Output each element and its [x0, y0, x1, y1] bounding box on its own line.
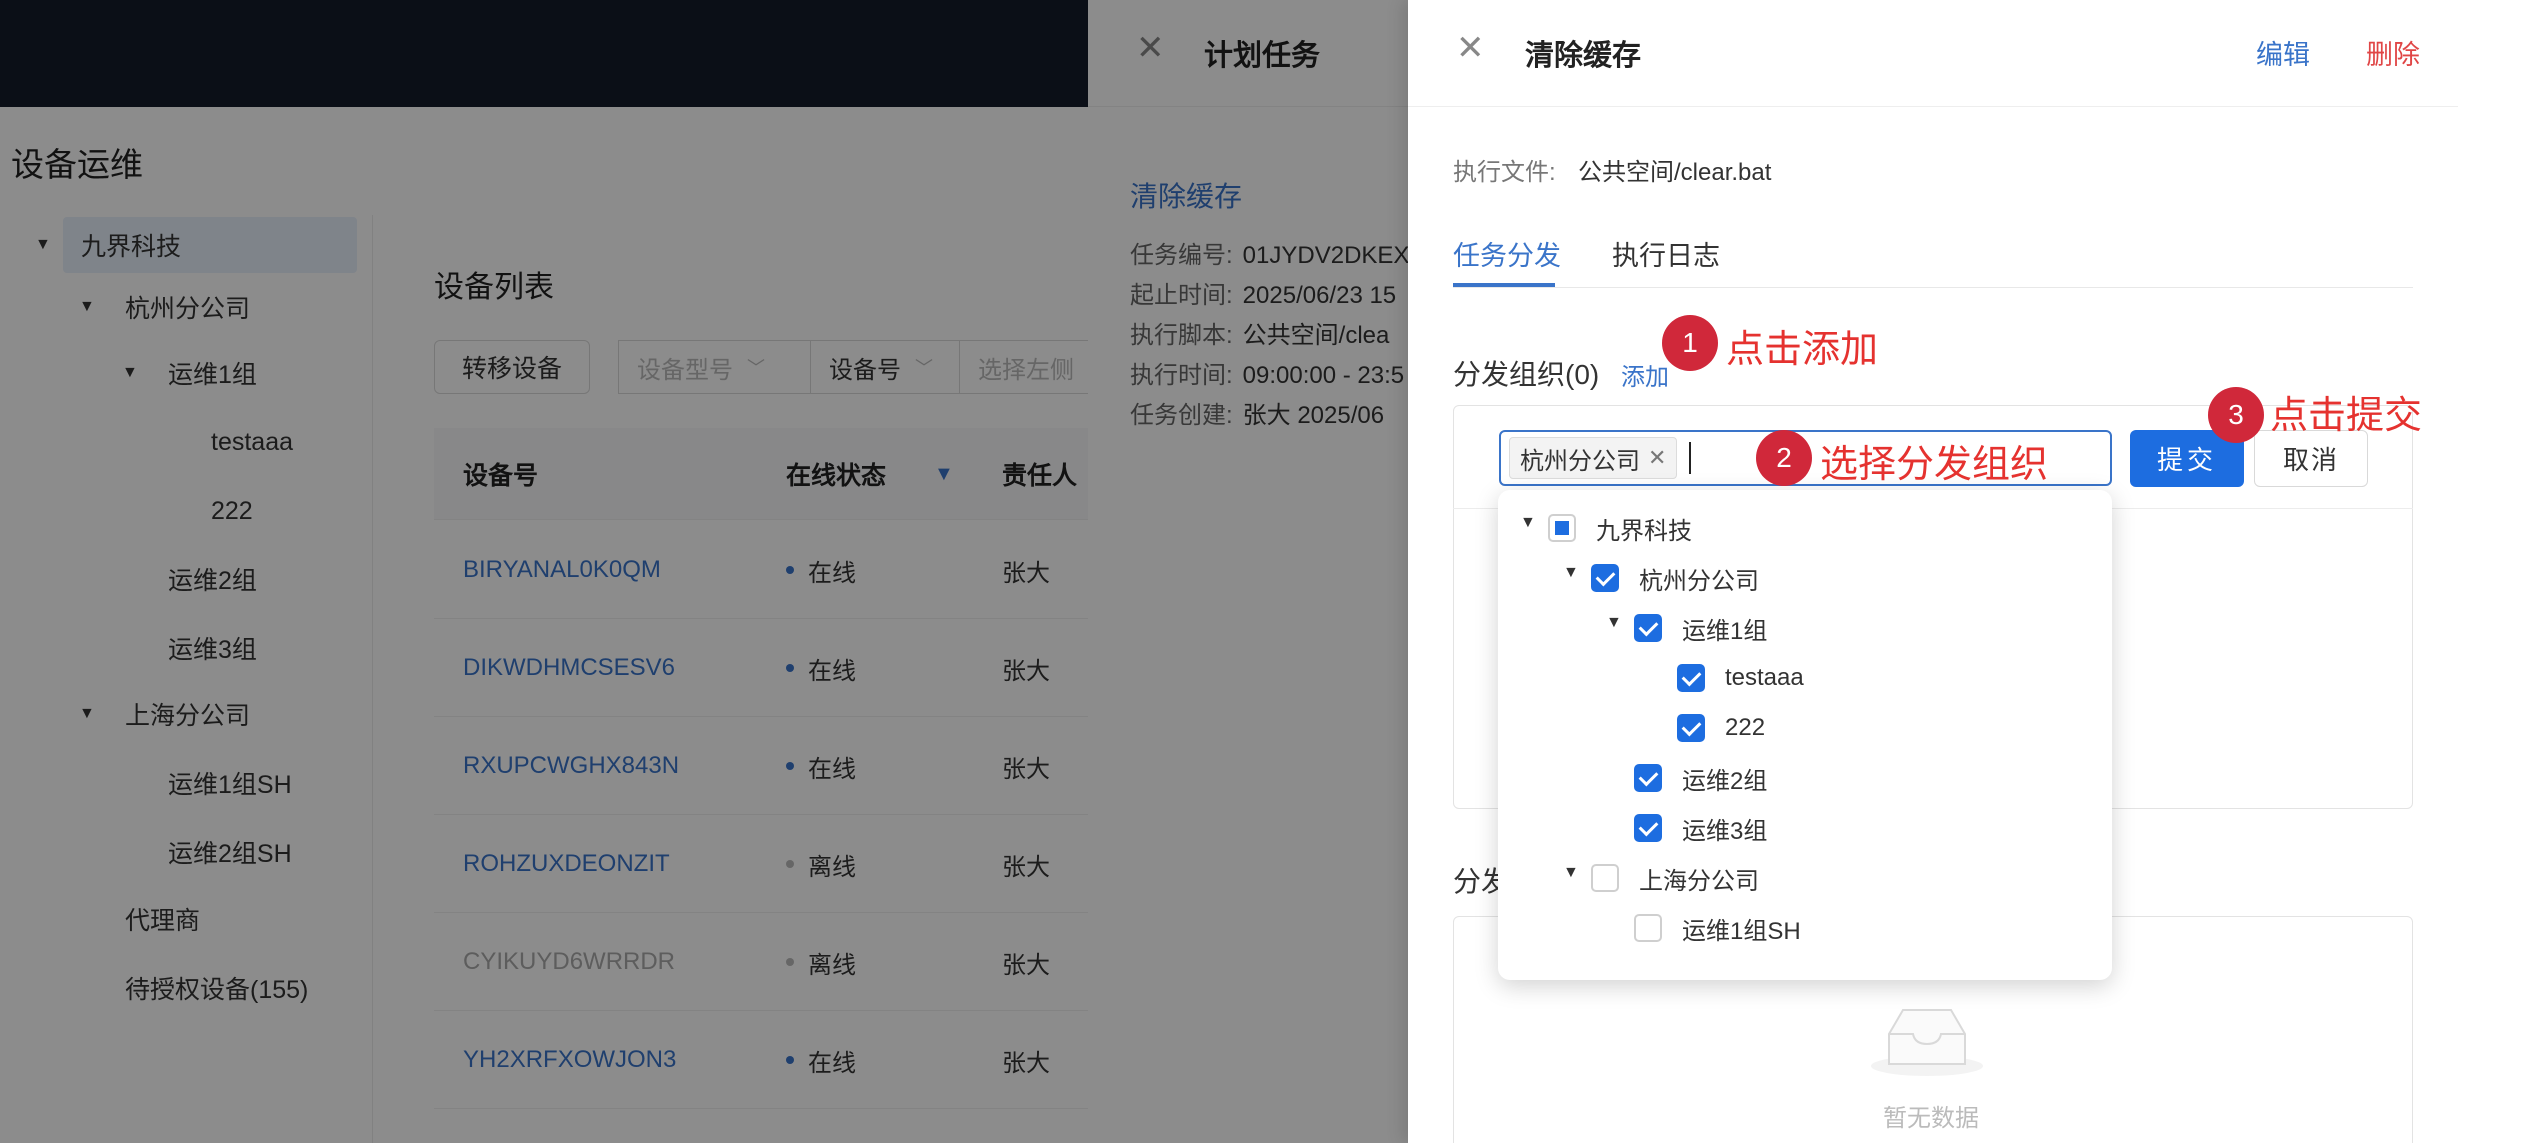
checkbox-checked[interactable]: [1634, 814, 1662, 842]
dropdown-item-222[interactable]: 222: [1677, 708, 1765, 748]
annotation-text-1: 点击添加: [1726, 329, 1879, 371]
dropdown-item-ops1sh[interactable]: 运维1组SH: [1634, 908, 1801, 948]
delete-button[interactable]: 删除: [2366, 33, 2420, 72]
item-label: 运维3组: [1682, 817, 1768, 845]
distribution-org-title: 分发组织(0): [1453, 359, 1600, 390]
tab-task-distribution[interactable]: 任务分发: [1453, 234, 1561, 273]
checkbox-checked[interactable]: [1677, 664, 1705, 692]
modal-overlay[interactable]: [0, 0, 1088, 1143]
dropdown-item-ops2[interactable]: 运维2组: [1634, 758, 1767, 798]
annotation-badge-1: 1: [1662, 315, 1718, 371]
edit-button[interactable]: 编辑: [2256, 33, 2310, 72]
dropdown-item-ops3[interactable]: 运维3组: [1634, 808, 1767, 848]
add-org-link[interactable]: 添加: [1621, 357, 1669, 392]
item-label: 运维2组: [1682, 767, 1768, 795]
checkbox-checked[interactable]: [1634, 614, 1662, 642]
checkbox-unchecked[interactable]: [1591, 864, 1619, 892]
checkbox-checked[interactable]: [1591, 564, 1619, 592]
item-label: 运维1组: [1682, 617, 1768, 645]
page-margin: [2458, 0, 2533, 1143]
org-tree-dropdown: ▼ 九界科技 ▼ 杭州分公司 ▼ 运维1组 testaaa 222 运维2组 运…: [1498, 490, 2112, 980]
caret-down-icon[interactable]: ▼: [1563, 564, 1579, 582]
annotation-text-3: 点击提交: [2270, 395, 2423, 437]
modal-overlay[interactable]: [1088, 0, 1408, 1143]
close-icon[interactable]: ✕: [1456, 28, 1485, 68]
caret-down-icon[interactable]: ▼: [1563, 864, 1579, 882]
drawer-title: 清除缓存: [1525, 40, 1642, 72]
tag-label: 杭州分公司: [1520, 447, 1640, 475]
checkbox-checked[interactable]: [1677, 714, 1705, 742]
empty-text: 暂无数据: [1883, 1105, 1979, 1132]
selected-org-tag: 杭州分公司 ✕: [1509, 437, 1678, 479]
caret-down-icon[interactable]: ▼: [1520, 514, 1536, 532]
checkbox-unchecked[interactable]: [1634, 914, 1662, 942]
exec-file-value: 公共空间/clear.bat: [1578, 159, 1772, 186]
item-label: 杭州分公司: [1639, 567, 1759, 595]
dropdown-item-shanghai[interactable]: 上海分公司: [1591, 858, 1759, 898]
empty-inbox-icon: [1871, 1009, 1983, 1076]
text-cursor: [1689, 442, 1691, 474]
caret-down-icon[interactable]: ▼: [1606, 614, 1622, 632]
close-icon[interactable]: ✕: [1648, 445, 1666, 471]
tabs-divider: [1453, 287, 2413, 288]
tab-execution-log[interactable]: 执行日志: [1612, 234, 1720, 273]
annotation-badge-2: 2: [1756, 430, 1812, 486]
dropdown-item-ops1[interactable]: 运维1组: [1634, 608, 1767, 648]
dropdown-item-jiujie[interactable]: 九界科技: [1548, 508, 1692, 548]
item-label: 九界科技: [1596, 517, 1692, 545]
dropdown-item-testaaa[interactable]: testaaa: [1677, 658, 1804, 698]
annotation-text-2: 选择分发组织: [1820, 444, 2049, 486]
item-label: testaaa: [1725, 664, 1804, 691]
checkbox-checked[interactable]: [1634, 764, 1662, 792]
annotation-badge-3: 3: [2208, 387, 2264, 443]
exec-file-label: 执行文件:: [1453, 159, 1556, 186]
dropdown-item-hangzhou[interactable]: 杭州分公司: [1591, 558, 1759, 598]
divider: [1408, 106, 2458, 107]
item-label: 上海分公司: [1639, 867, 1759, 895]
item-label: 运维1组SH: [1682, 917, 1801, 945]
item-label: 222: [1725, 714, 1766, 741]
checkbox-partial[interactable]: [1548, 514, 1576, 542]
